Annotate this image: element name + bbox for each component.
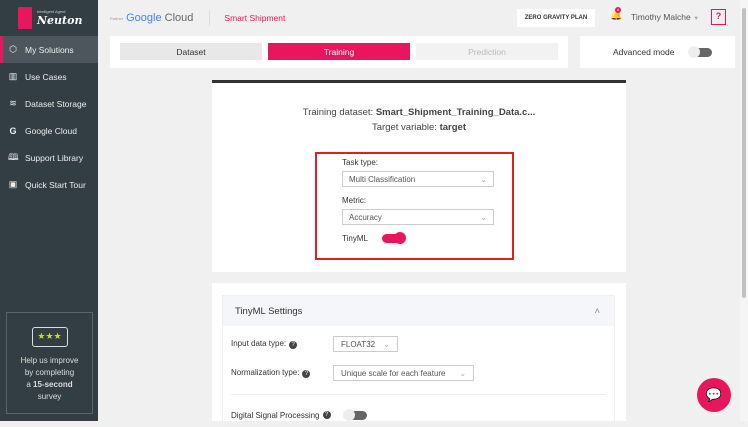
dataset-value: Smart_Shipment_Training_Data.c... [375,107,536,118]
sidebar-item-label: My Solutions [25,44,74,55]
dsp-toggle[interactable] [342,408,367,421]
sidebar-item-google-cloud[interactable]: G Google Cloud [0,117,98,144]
task-type-select[interactable]: Multi Classification ⌄ [342,171,494,187]
google-text: Google [126,12,162,24]
sidebar-item-use-cases[interactable]: ▥ Use Cases [0,63,98,90]
dataset-label: Training dataset: [302,107,374,118]
normalization-value: Unique scale for each feature [341,368,446,378]
neuton-logo[interactable]: Intelligent Agent Neuton [0,0,98,36]
plan-button[interactable]: ZERO GRAVITY PLAN [517,9,595,27]
scrollbar-thumb[interactable] [742,8,746,298]
sidebar-item-quick-start-tour[interactable]: ▣ Quick Start Tour [0,171,98,198]
survey-text: Help us improve [20,356,79,365]
scrollbar[interactable] [740,0,748,421]
target-label: Target variable: [372,122,437,133]
metric-select[interactable]: Accuracy ⌄ [342,209,494,225]
help-button[interactable]: ? [711,9,726,25]
sidebar-item-label: Use Cases [25,71,67,82]
google-cloud-logo: Google Cloud [126,12,193,24]
task-type-label: Task type: [342,158,379,167]
tab-prediction[interactable]: Prediction [416,43,558,60]
stars-bubble-icon: ★★★ [31,327,68,347]
cloud-text: Cloud [164,12,194,24]
advanced-mode-label: Advanced mode [613,47,675,57]
chat-button[interactable]: 💬 [697,378,731,412]
target-value: target [439,122,466,133]
notification-badge: 4 [615,7,621,13]
chevron-down-icon: ⌄ [480,174,487,184]
google-icon: G [9,125,17,136]
tinyml-toggle[interactable] [381,232,406,244]
tinyml-settings-header[interactable]: TinyML Settings ˄ [223,296,614,326]
chevron-down-icon: ⌄ [383,339,390,349]
metric-label: Metric: [342,196,366,205]
dsp-label: Digital Signal Processing [231,410,320,420]
sidebar-item-my-solutions[interactable]: ⬡ My Solutions [0,36,98,63]
sidebar-item-dataset-storage[interactable]: ≋ Dataset Storage [0,90,98,117]
user-name: Timothy Malche [631,12,691,22]
help-circle-icon[interactable]: ? [322,411,331,419]
sidebar-item-label: Dataset Storage [25,98,87,109]
help-circle-icon[interactable]: ? [289,341,298,349]
metric-value: Accuracy [349,212,382,222]
input-type-value: FLOAT32 [341,339,376,349]
book-icon: 🕮 [8,151,19,162]
chevron-down-icon: ⌄ [480,212,487,222]
solution-title: Smart Shipment [224,13,286,23]
normalization-select[interactable]: Unique scale for each feature ⌄ [333,365,475,381]
cube-icon: ⬡ [9,44,17,54]
survey-text-bold: 15-second [33,380,73,389]
step-tabs: Dataset Training Prediction [110,36,568,68]
user-menu[interactable]: Timothy Malche ▼ [631,12,699,22]
tab-training[interactable]: Training [268,43,410,60]
divider [231,394,606,395]
sidebar-item-label: Quick Start Tour [25,179,86,190]
input-type-label: Input data type: [231,339,287,348]
layers-icon: ≋ [9,98,17,108]
partner-label: Partner [110,15,124,21]
chevron-down-icon: ⌄ [459,368,467,378]
tinyml-settings-card: TinyML Settings ˄ Input data type:? FLOAT… [212,283,626,425]
survey-text: by completing [24,368,75,377]
chevron-up-icon: ˄ [594,305,600,317]
divider [209,10,211,26]
play-screen-icon: ▣ [8,179,18,189]
bell-icon[interactable]: 🔔 4 [610,7,622,21]
sidebar-item-label: Support Library [25,152,84,163]
training-card: Training dataset: Smart_Shipment_Trainin… [212,80,626,272]
sidebar-item-support-library[interactable]: 🕮 Support Library [0,144,98,171]
tab-dataset[interactable]: Dataset [120,43,262,60]
input-type-select[interactable]: FLOAT32 ⌄ [333,336,398,352]
survey-banner[interactable]: ★★★ Help us improve by completing a 15-s… [6,312,93,414]
sidebar: Intelligent Agent Neuton ⬡ My Solutions ▥ U… [0,0,98,421]
normalization-label: Normalization type: [231,368,300,377]
help-circle-icon[interactable]: ? [302,370,311,378]
task-type-value: Multi Classification [349,174,416,184]
highlight-box: Task type: Multi Classification ⌄ Metric:… [315,152,514,260]
chat-icon: 💬 [705,387,723,402]
sidebar-item-label: Google Cloud [25,125,77,136]
section-title: TinyML Settings [235,305,303,317]
chevron-down-icon: ▼ [693,16,700,22]
tinyml-label: TinyML [342,234,368,243]
advanced-mode-toggle[interactable] [688,45,713,58]
advanced-mode-card: Advanced mode [580,36,735,68]
logo-mark-icon [18,7,32,29]
logo-name: Neuton [37,14,83,27]
survey-text: survey [37,392,62,401]
briefcase-icon: ▥ [8,71,18,81]
